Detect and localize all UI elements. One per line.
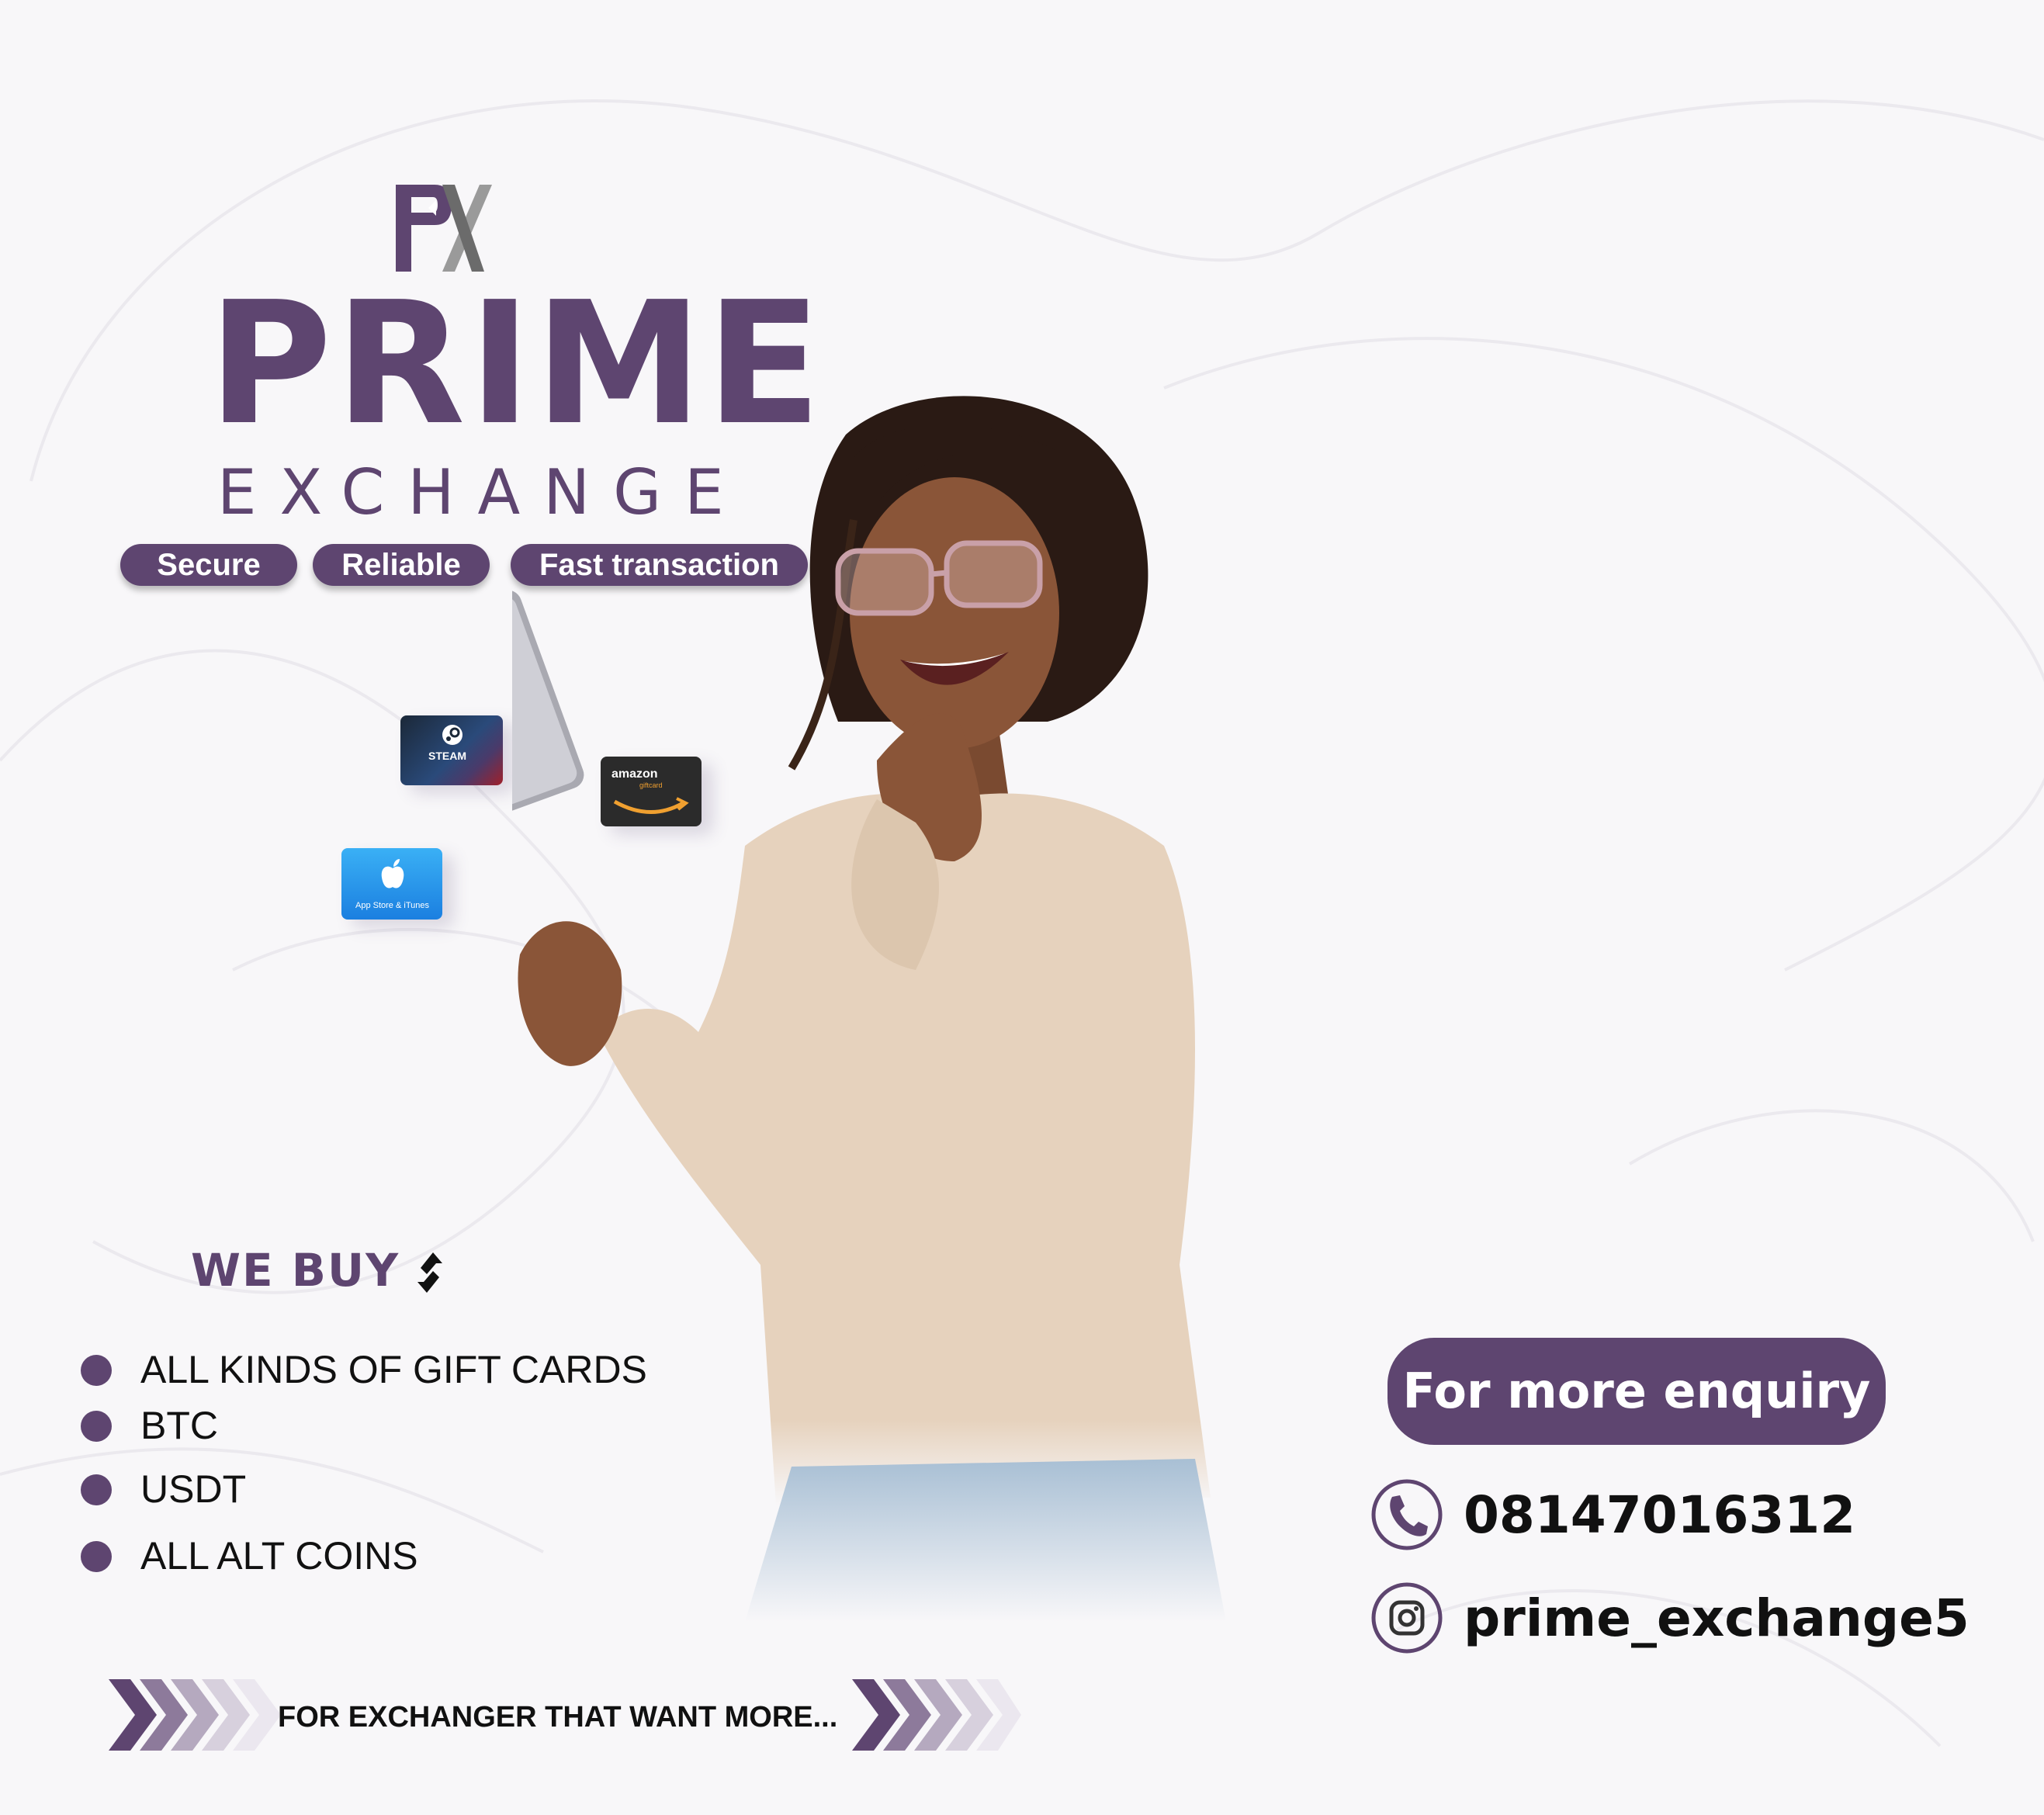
instagram-icon	[1371, 1582, 1443, 1654]
we-buy-heading: WE BUY	[191, 1244, 400, 1297]
flyer: PRIME EXCHANGE Secure Reliable Fast tran…	[0, 0, 2044, 1815]
steam-card-label: STEAM	[428, 750, 466, 762]
buy-item-label: BTC	[140, 1404, 218, 1447]
bullet-dot	[81, 1355, 112, 1386]
tag-reliable: Reliable	[313, 544, 490, 586]
chevrons-right-decoration	[852, 1679, 1021, 1751]
apple-logo-icon	[381, 859, 404, 888]
chevrons-left-decoration	[109, 1679, 279, 1751]
apple-card-label: App Store & iTunes	[355, 901, 429, 910]
bullet-dot	[81, 1541, 112, 1572]
footer-tagline: FOR EXCHANGER THAT WANT MORE...	[278, 1701, 838, 1734]
instagram-handle[interactable]: prime_exchange5	[1464, 1588, 1970, 1650]
pk-monogram-icon	[396, 185, 492, 272]
phone-number[interactable]: 08147016312	[1464, 1484, 1855, 1547]
buy-item-label: ALL KINDS OF GIFT CARDS	[140, 1348, 647, 1391]
buy-item-label: USDT	[140, 1467, 247, 1511]
bullet-dot	[81, 1411, 112, 1442]
enquiry-button[interactable]: For more enquiry	[1387, 1338, 1886, 1445]
bullet-dot	[81, 1474, 112, 1505]
buy-item-label: ALL ALT COINS	[140, 1534, 418, 1578]
tag-secure: Secure	[120, 544, 297, 586]
woman-with-phone-illustration	[512, 396, 1226, 1622]
steam-logo-icon	[442, 725, 462, 745]
swap-arrows-icon	[417, 1252, 442, 1293]
steam-gift-card: STEAM	[400, 715, 503, 785]
apple-gift-card: App Store & iTunes	[341, 848, 442, 920]
phone-icon	[1371, 1479, 1443, 1550]
